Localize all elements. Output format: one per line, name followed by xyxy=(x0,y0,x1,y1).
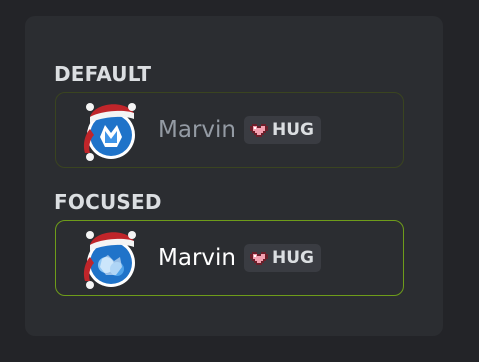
avatar xyxy=(80,223,142,293)
santa-hat-avatar-icon xyxy=(83,231,136,289)
pixel-heart-icon xyxy=(249,252,268,265)
santa-hat-avatar-icon xyxy=(83,103,136,161)
tag-label: HUG xyxy=(271,247,314,268)
default-section-label: DEFAULT xyxy=(54,62,152,86)
tag-label: HUG xyxy=(271,119,314,140)
hug-tag: HUG xyxy=(243,244,321,272)
hug-tag: HUG xyxy=(243,116,321,144)
focused-section-label: FOCUSED xyxy=(54,190,162,214)
user-card-focused[interactable]: Marvin HUG xyxy=(55,220,404,296)
pixel-heart-icon xyxy=(249,124,268,137)
username: Marvin xyxy=(158,244,236,271)
user-card-default[interactable]: Marvin HUG xyxy=(55,92,404,168)
avatar xyxy=(80,95,142,165)
username: Marvin xyxy=(158,116,236,143)
